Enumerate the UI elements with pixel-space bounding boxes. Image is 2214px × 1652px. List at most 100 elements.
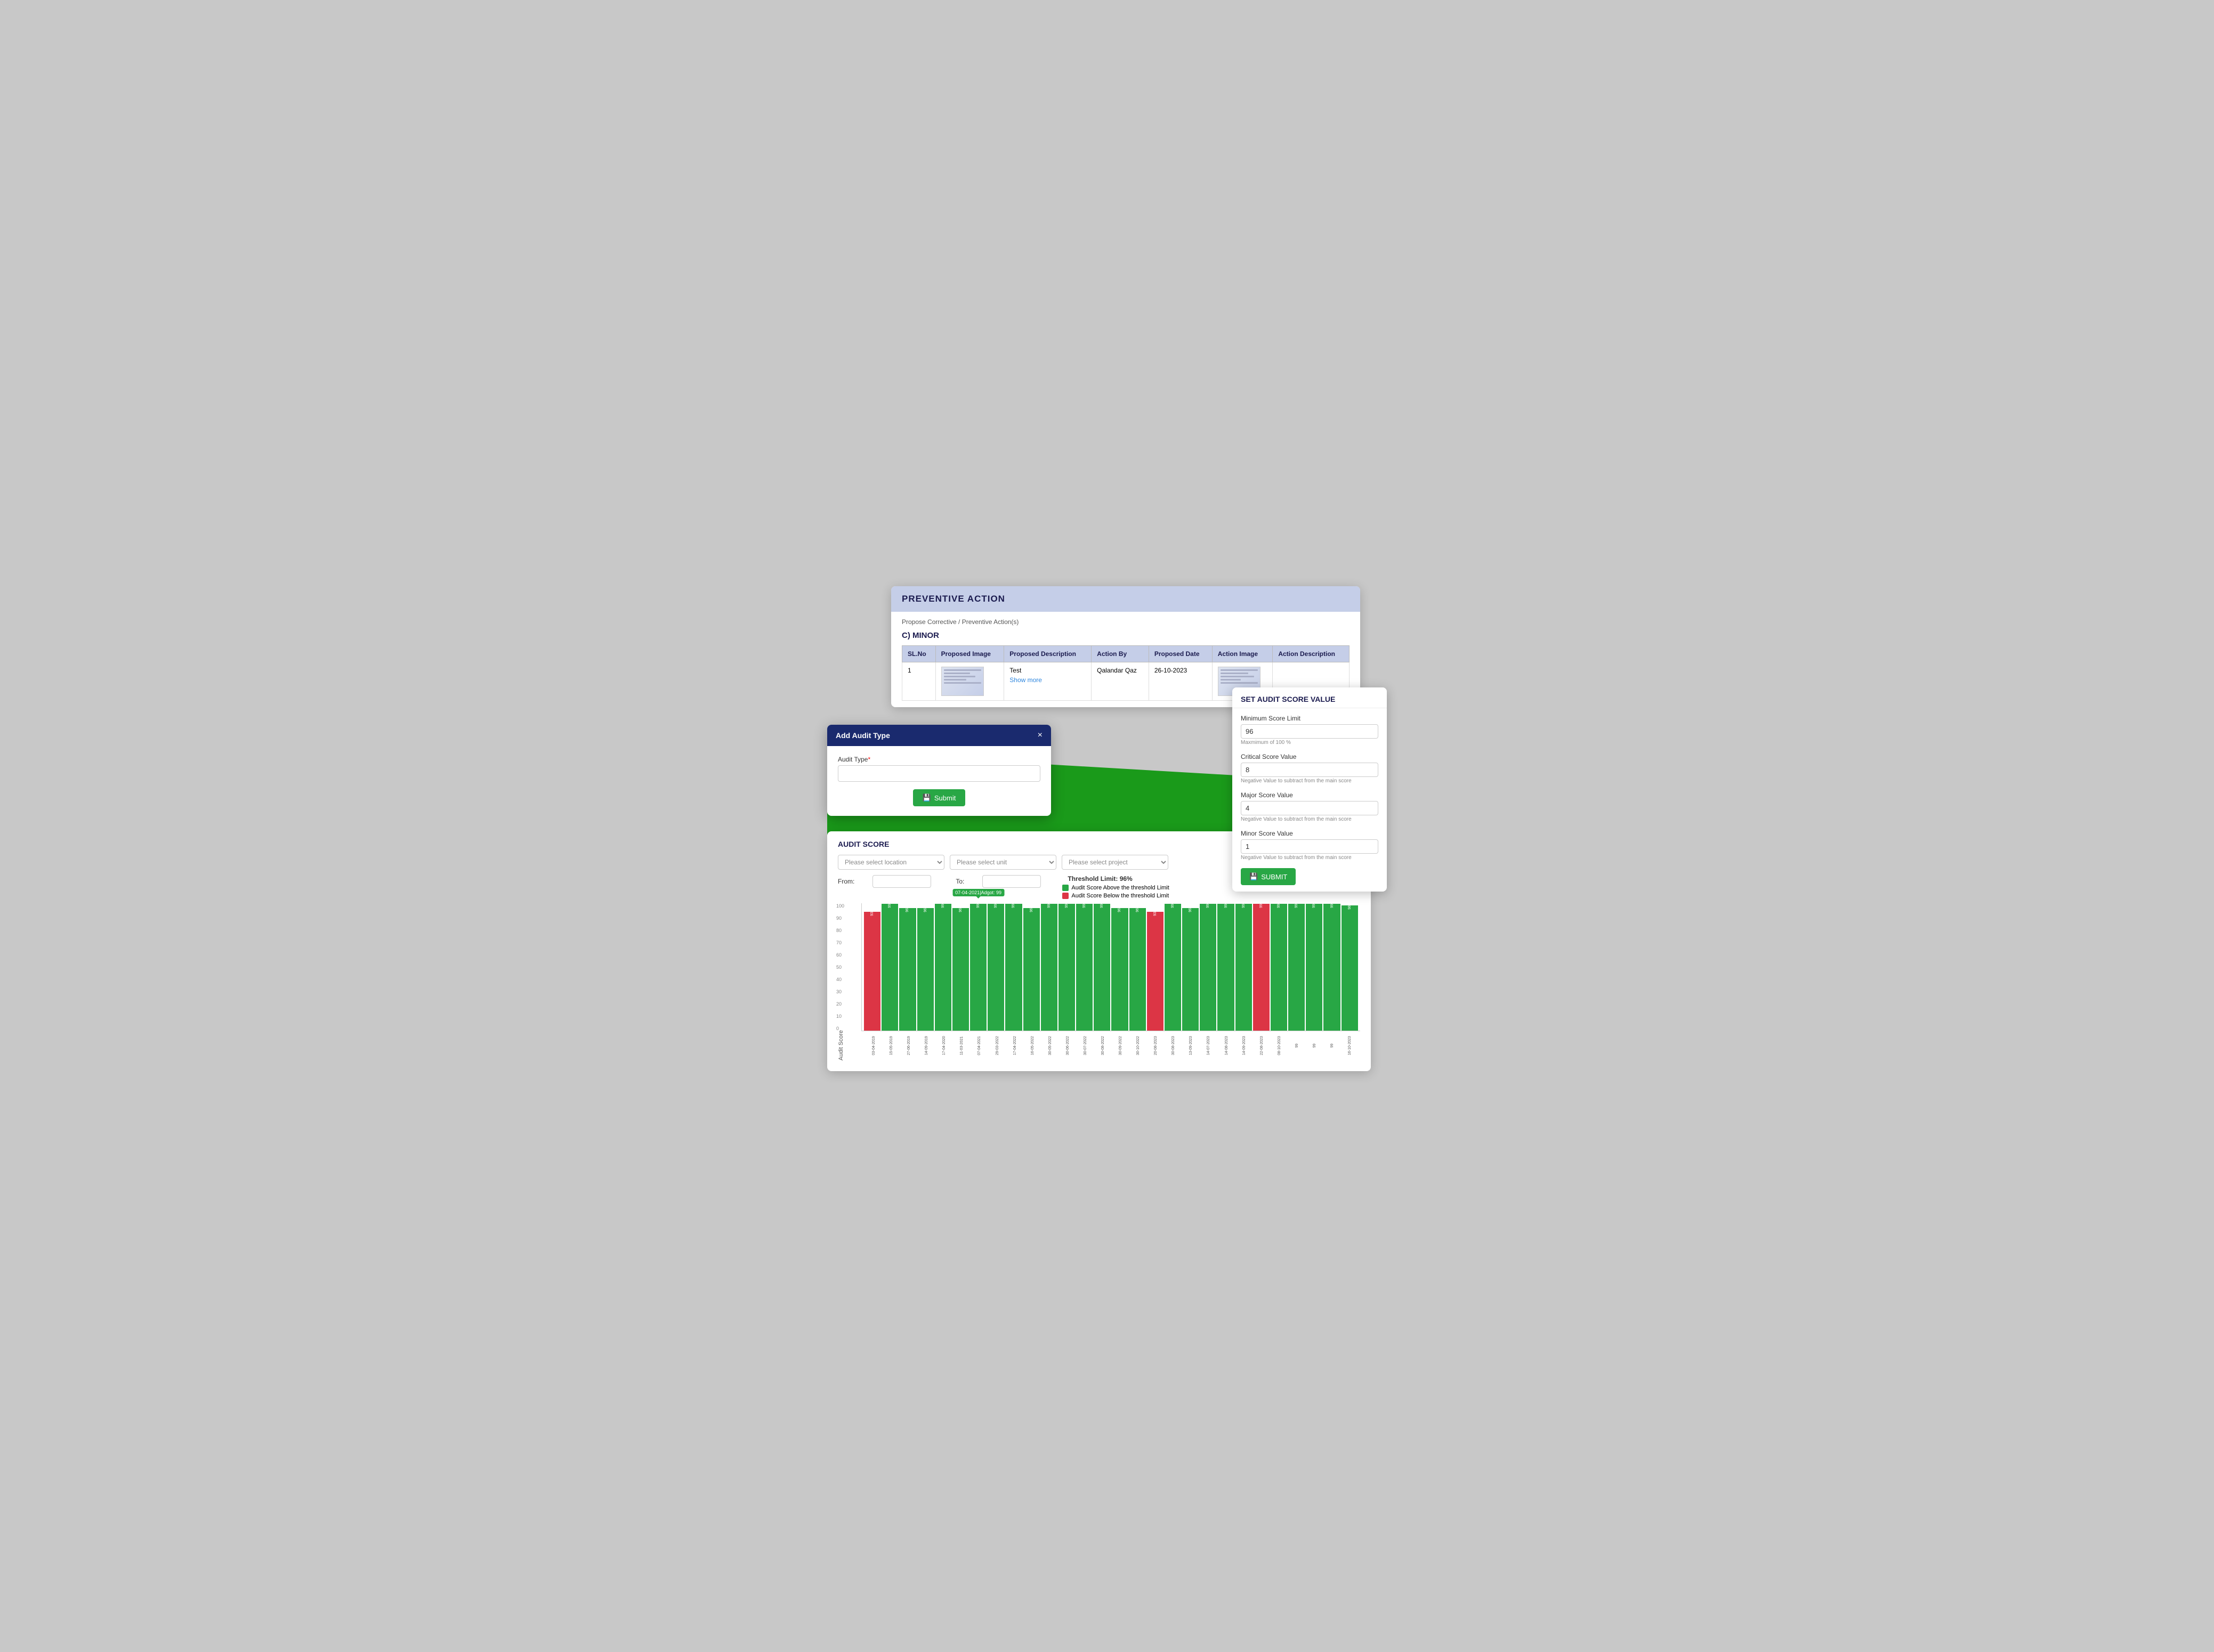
bar-col-0: 93	[864, 912, 880, 1031]
min-score-input[interactable]	[1241, 724, 1378, 739]
bar-20: 99	[1217, 904, 1234, 1031]
bar-col-14: 96	[1111, 908, 1128, 1031]
project-select[interactable]: Please select project	[1062, 855, 1168, 870]
threshold-label: Threshold Limit: 96%	[1068, 875, 1169, 882]
x-label-14: 30-09-2022	[1112, 1031, 1129, 1060]
bar-value-9: 96	[1030, 908, 1033, 913]
bar-19: 99	[1200, 904, 1216, 1031]
legend-above-label: Audit Score Above the threshold Limit	[1071, 885, 1169, 891]
x-label-11: 30-06-2022	[1060, 1031, 1076, 1060]
bar-col-27: 98	[1342, 905, 1358, 1031]
bar-value-12: 99	[1082, 904, 1086, 909]
bar-value-18: 96	[1189, 908, 1192, 913]
bar-6: 9907-04-2021|Adgot: 99	[970, 904, 987, 1031]
bar-24: 99	[1288, 904, 1305, 1031]
modal-submit-button[interactable]: 💾 Submit	[913, 789, 966, 806]
bar-col-10: 99	[1041, 904, 1057, 1031]
bar-value-17: 99	[1171, 904, 1175, 909]
bar-25: 99	[1306, 904, 1322, 1031]
floppy-icon-modal: 💾	[923, 793, 931, 802]
x-label-7: 29-03-2022	[989, 1031, 1006, 1060]
bar-21: 99	[1235, 904, 1252, 1031]
to-date-input[interactable]	[982, 875, 1041, 888]
bar-1: 99	[882, 904, 898, 1031]
x-label-16: 20-08-2023	[1148, 1031, 1164, 1060]
bar-value-26: 99	[1330, 904, 1334, 909]
bar-value-24: 99	[1295, 904, 1298, 909]
bar-col-3: 96	[917, 908, 934, 1031]
y-tick-40: 40	[836, 977, 846, 982]
set-audit-score-panel: SET AUDIT SCORE VALUE Minimum Score Limi…	[1232, 687, 1387, 892]
col-action-by: Action By	[1092, 646, 1149, 662]
from-label: From:	[838, 878, 854, 885]
y-tick-0: 0	[836, 1026, 846, 1031]
modal-close-button[interactable]: ×	[1038, 731, 1043, 740]
bar-value-2: 96	[906, 908, 909, 913]
audit-score-submit-button[interactable]: 💾 SUBMIT	[1241, 868, 1296, 885]
bar-col-22: 99	[1253, 904, 1270, 1031]
legend-above: Audit Score Above the threshold Limit	[1062, 885, 1169, 891]
major-score-label: Major Score Value	[1241, 791, 1378, 799]
y-tick-80: 80	[836, 928, 846, 933]
y-tick-100: 100	[836, 903, 846, 909]
from-date-input[interactable]	[872, 875, 931, 888]
y-tick-60: 60	[836, 952, 846, 958]
bar-7: 99	[988, 904, 1004, 1031]
bar-col-9: 96	[1023, 908, 1040, 1031]
critical-score-field: Critical Score Value Negative Value to s…	[1241, 753, 1378, 784]
x-label-3: 14-09-2019	[918, 1031, 935, 1060]
y-tick-20: 20	[836, 1001, 846, 1007]
x-label-8: 17-04-2022	[1007, 1031, 1023, 1060]
bar-27: 98	[1342, 905, 1358, 1031]
col-action-image: Action Image	[1212, 646, 1273, 662]
cell-proposed-date: 26-10-2023	[1149, 662, 1212, 701]
bar-9: 96	[1023, 908, 1040, 1031]
bar-col-17: 99	[1165, 904, 1181, 1031]
x-label-6: 07-04-2021	[971, 1031, 988, 1060]
show-more-link[interactable]: Show more	[1009, 676, 1086, 684]
bar-value-16: 93	[1153, 912, 1157, 917]
x-label-27: 16-10-2023	[1342, 1031, 1358, 1060]
col-slno: SL.No	[902, 646, 936, 662]
add-audit-type-modal: Add Audit Type × Audit Type* 💾 Submit	[827, 725, 1051, 816]
legend-below: Audit Score Below the threshold Limit	[1062, 893, 1169, 899]
y-tick-30: 30	[836, 989, 846, 994]
bar-value-23: 99	[1277, 904, 1281, 909]
x-label-4: 17-04-2020	[936, 1031, 952, 1060]
bar-17: 99	[1165, 904, 1181, 1031]
bar-col-1: 99	[882, 904, 898, 1031]
bar-0: 93	[864, 912, 880, 1031]
min-score-hint: Maxmimum of 100 %	[1241, 740, 1378, 746]
bar-col-6: 9907-04-2021|Adgot: 99	[970, 904, 987, 1031]
modal-header: Add Audit Type ×	[827, 725, 1051, 746]
x-label-26: 99	[1324, 1031, 1340, 1060]
critical-score-input[interactable]	[1241, 763, 1378, 777]
bar-8: 99	[1005, 904, 1022, 1031]
cell-proposed-desc: Test Show more	[1004, 662, 1092, 701]
major-score-input[interactable]	[1241, 801, 1378, 815]
x-label-0: 03-04-2019	[866, 1031, 882, 1060]
bar-col-18: 96	[1182, 908, 1199, 1031]
bar-16: 93	[1147, 912, 1163, 1031]
date-row: From: To:	[838, 875, 1041, 888]
col-proposed-desc: Proposed Description	[1004, 646, 1092, 662]
modal-body: Audit Type* 💾 Submit	[827, 746, 1051, 816]
unit-select[interactable]: Please select unit	[950, 855, 1056, 870]
bar-13: 99	[1094, 904, 1110, 1031]
bar-5: 96	[952, 908, 969, 1031]
location-select[interactable]: Please select location	[838, 855, 944, 870]
bar-col-13: 99	[1094, 904, 1110, 1031]
bar-value-0: 93	[870, 912, 874, 917]
bar-col-4: 99	[935, 904, 951, 1031]
bar-value-4: 99	[941, 904, 945, 909]
preventive-header: PREVENTIVE ACTION	[891, 586, 1360, 612]
min-score-field: Minimum Score Limit Maxmimum of 100 %	[1241, 715, 1378, 746]
x-axis-labels: 03-04-201915-05-201927-06-201914-09-2019…	[863, 1031, 1360, 1060]
bar-col-8: 99	[1005, 904, 1022, 1031]
bar-value-21: 99	[1242, 904, 1246, 909]
minor-score-input[interactable]	[1241, 839, 1378, 854]
x-label-22: 22-08-2023	[1254, 1031, 1270, 1060]
audit-type-input[interactable]	[838, 765, 1040, 782]
critical-score-label: Critical Score Value	[1241, 753, 1378, 760]
bar-value-1: 99	[888, 904, 892, 909]
